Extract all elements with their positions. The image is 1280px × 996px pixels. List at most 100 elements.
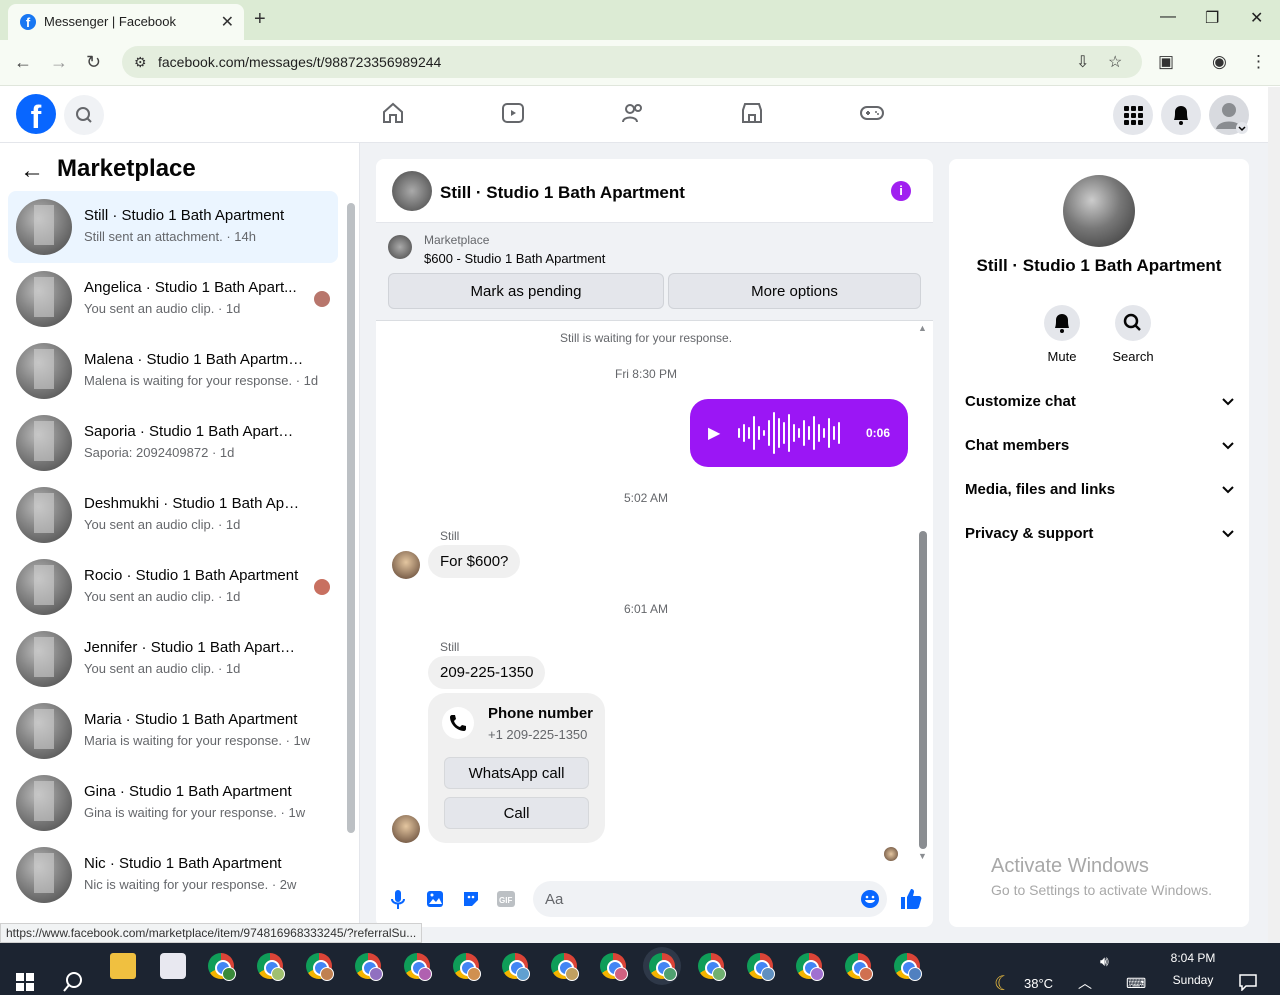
facebook-logo-icon[interactable]: f xyxy=(16,94,56,134)
window-close-icon[interactable]: ✕ xyxy=(1250,8,1263,28)
chat-members-row[interactable]: Chat members xyxy=(965,433,1235,461)
clock[interactable]: 8:04 PM Sunday xyxy=(1168,951,1218,987)
install-app-icon[interactable]: ⇩ xyxy=(1076,52,1089,72)
tab-search-icon[interactable]: ▣ xyxy=(1158,52,1174,72)
new-tab-icon[interactable]: + xyxy=(254,8,266,31)
chrome-icon[interactable] xyxy=(257,953,285,981)
gaming-icon[interactable] xyxy=(860,101,884,125)
thumbs-up-icon[interactable] xyxy=(899,887,923,911)
info-icon[interactable]: i xyxy=(891,181,911,201)
conversation-item[interactable]: Malena · Studio 1 Bath Apartment Malena i… xyxy=(8,335,338,407)
close-tab-icon[interactable]: ✕ xyxy=(221,12,234,32)
chrome-icon[interactable] xyxy=(551,953,579,981)
chrome-icon[interactable] xyxy=(404,953,432,981)
back-arrow-icon[interactable]: ← xyxy=(20,157,44,185)
conversation-item[interactable]: Jennifer · Studio 1 Bath Apartment You se… xyxy=(8,623,338,695)
friends-icon[interactable] xyxy=(621,101,645,125)
conversation-item[interactable]: Saporia · Studio 1 Bath Apartment Saporia… xyxy=(8,407,338,479)
timestamp: Fri 8:30 PM xyxy=(614,367,677,381)
conversation-item[interactable]: Maria · Studio 1 Bath Apartment Maria is … xyxy=(8,695,338,767)
temperature[interactable]: 38°C xyxy=(1024,976,1053,991)
chrome-icon[interactable] xyxy=(747,953,775,981)
emoji-icon[interactable] xyxy=(860,889,880,909)
browser-tab[interactable]: f Messenger | Facebook ✕ xyxy=(8,4,244,40)
windows-start-icon[interactable] xyxy=(16,973,34,991)
chrome-icon[interactable] xyxy=(796,953,824,981)
conversation-item[interactable]: Nic · Studio 1 Bath Apartment Nic is wait… xyxy=(8,839,338,911)
customize-chat-row[interactable]: Customize chat xyxy=(965,389,1235,417)
conversation-item[interactable]: Rocio · Studio 1 Bath Apartment You sent … xyxy=(8,551,338,623)
chat-title[interactable]: Still · Studio 1 Bath Apartment xyxy=(440,183,685,203)
video-icon[interactable] xyxy=(501,101,525,125)
details-avatar[interactable] xyxy=(1063,175,1135,247)
restore-icon[interactable]: ❐ xyxy=(1205,8,1219,28)
sidebar-scrollbar[interactable] xyxy=(347,203,355,833)
search-conversation-button[interactable]: Search xyxy=(1103,305,1163,364)
tray-chevron-up-icon[interactable]: ︿ xyxy=(1078,973,1092,993)
file-explorer-icon[interactable] xyxy=(110,953,136,979)
privacy-support-row[interactable]: Privacy & support xyxy=(965,521,1235,549)
keyboard-icon[interactable]: ⌨ xyxy=(1126,975,1146,992)
play-icon[interactable]: ▶ xyxy=(708,423,720,443)
chrome-icon[interactable] xyxy=(453,953,481,981)
paint-app-icon[interactable] xyxy=(160,953,186,979)
chrome-icon[interactable] xyxy=(894,953,922,981)
message-bubble[interactable]: 209-225-1350 xyxy=(428,656,546,689)
forward-icon[interactable]: → xyxy=(50,52,68,73)
scroll-down-icon[interactable]: ▼ xyxy=(918,851,927,861)
minimize-icon[interactable]: — xyxy=(1160,8,1176,26)
menu-button[interactable] xyxy=(1113,95,1153,135)
volume-icon[interactable]: 🔊︎ xyxy=(1100,953,1109,970)
gif-icon[interactable]: GIF xyxy=(496,889,516,909)
sticker-icon[interactable] xyxy=(461,889,481,909)
conversation-item[interactable]: Gina · Studio 1 Bath Apartment Gina is wa… xyxy=(8,767,338,839)
profile-icon[interactable]: ◉ xyxy=(1212,52,1227,72)
chat-scrollbar[interactable] xyxy=(919,531,927,849)
chrome-icon[interactable] xyxy=(845,953,873,981)
photo-icon[interactable] xyxy=(425,889,445,909)
microphone-icon[interactable] xyxy=(390,889,406,911)
more-options-button[interactable]: More options xyxy=(668,273,921,309)
marketplace-icon[interactable] xyxy=(740,101,764,125)
home-icon[interactable] xyxy=(381,101,405,125)
chrome-icon[interactable] xyxy=(698,953,726,981)
listing-thumbnail[interactable] xyxy=(388,235,412,259)
conversation-item[interactable]: Deshmukhi · Studio 1 Bath Apart... You se… xyxy=(8,479,338,551)
audio-message[interactable]: ▶ 0:06 xyxy=(690,399,908,467)
listing-title[interactable]: $600 - Studio 1 Bath Apartment xyxy=(424,251,605,266)
page-scrollbar[interactable] xyxy=(1268,87,1280,943)
conversation-item[interactable]: Angelica · Studio 1 Bath Apart... You sen… xyxy=(8,263,338,335)
media-files-links-row[interactable]: Media, files and links xyxy=(965,477,1235,505)
mark-pending-button[interactable]: Mark as pending xyxy=(388,273,664,309)
weather-moon-icon[interactable]: ☾ xyxy=(994,971,1012,996)
chat-avatar[interactable] xyxy=(392,171,432,211)
search-button[interactable] xyxy=(64,95,104,135)
chrome-icon[interactable] xyxy=(502,953,530,981)
sender-avatar[interactable] xyxy=(392,551,420,579)
reload-icon[interactable]: ↻ xyxy=(86,52,101,73)
url-text[interactable]: facebook.com/messages/t/988723356989244 xyxy=(158,54,441,70)
url-bar[interactable]: ⚙ facebook.com/messages/t/98872335698924… xyxy=(122,46,1142,78)
account-avatar[interactable] xyxy=(1209,95,1249,135)
menu-kebab-icon[interactable]: ⋮ xyxy=(1250,52,1267,72)
chrome-icon-active[interactable] xyxy=(649,953,677,981)
bookmark-star-icon[interactable]: ☆ xyxy=(1108,52,1122,72)
notifications-center-icon[interactable] xyxy=(1238,973,1258,991)
chrome-icon[interactable] xyxy=(600,953,628,981)
call-button[interactable]: Call xyxy=(444,797,589,829)
site-info-icon[interactable]: ⚙ xyxy=(134,54,147,71)
profile-badge xyxy=(271,967,285,981)
chrome-icon[interactable] xyxy=(306,953,334,981)
whatsapp-call-button[interactable]: WhatsApp call xyxy=(444,757,589,789)
conversation-item[interactable]: Still · Studio 1 Bath Apartment Still sen… xyxy=(8,191,338,263)
sender-avatar[interactable] xyxy=(392,815,420,843)
chrome-icon[interactable] xyxy=(208,953,236,981)
chrome-icon[interactable] xyxy=(355,953,383,981)
mute-button[interactable]: Mute xyxy=(1032,305,1092,364)
taskbar-search-icon[interactable] xyxy=(62,971,84,993)
message-bubble[interactable]: For $600? xyxy=(428,545,521,578)
notifications-button[interactable] xyxy=(1161,95,1201,135)
scroll-up-icon[interactable]: ▲ xyxy=(918,323,927,333)
message-input[interactable]: Aa xyxy=(533,881,887,917)
back-icon[interactable]: ← xyxy=(14,52,32,73)
